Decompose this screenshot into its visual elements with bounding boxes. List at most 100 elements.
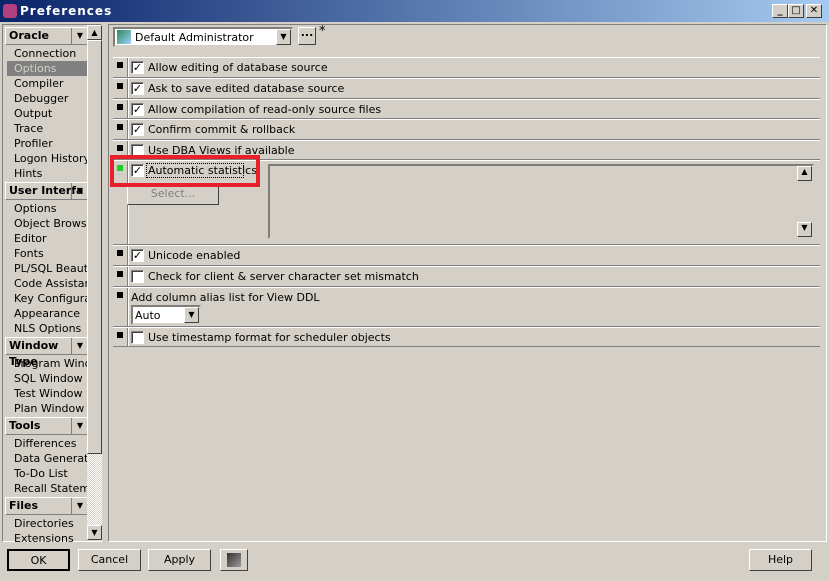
option-label: Check for client & server character set … <box>148 270 419 283</box>
category-item[interactable]: SQL Window <box>14 371 90 386</box>
category-item[interactable]: NLS Options <box>14 321 90 336</box>
category-item[interactable]: Debugger <box>14 91 90 106</box>
category-item[interactable]: Appearance <box>14 306 90 321</box>
apply-button[interactable]: Apply <box>148 549 211 571</box>
chevron-down-icon[interactable]: ▼ <box>71 498 88 514</box>
scroll-up-button[interactable]: ▲ <box>797 166 812 181</box>
statistics-listbox[interactable]: ▲ ▼ <box>268 164 814 239</box>
category-item[interactable]: Extensions <box>14 531 90 546</box>
group-header[interactable]: Tools ▼ <box>5 417 89 435</box>
scroll-down-button[interactable]: ▼ <box>87 525 102 540</box>
option-checkbox[interactable]: ✓ <box>131 61 144 74</box>
chevron-down-icon[interactable]: ▼ <box>71 338 88 354</box>
window-title: Preferences <box>20 4 113 18</box>
category-item[interactable]: Code Assistant <box>14 276 90 291</box>
default-marker <box>117 104 123 110</box>
option-row: ✓ Automatic statistics Select... ▲ ▼ <box>110 155 820 245</box>
chevron-down-icon[interactable]: ▼ <box>276 29 291 45</box>
option-checkbox[interactable] <box>131 331 144 344</box>
chevron-down-icon[interactable]: ▼ <box>71 183 88 199</box>
profile-icon <box>117 30 131 44</box>
option-label: Confirm commit & rollback <box>148 123 296 136</box>
chevron-down-icon[interactable]: ▼ <box>71 28 88 44</box>
default-marker <box>117 124 123 130</box>
transfer-settings-button[interactable] <box>220 549 248 571</box>
chevron-down-icon[interactable]: ▼ <box>184 307 199 323</box>
category-item[interactable]: Plan Window <box>14 401 90 416</box>
option-row: Use timestamp format for scheduler objec… <box>113 327 820 347</box>
category-item[interactable]: Profiler <box>14 136 90 151</box>
default-marker <box>117 332 123 338</box>
profile-more-button[interactable]: ... <box>298 27 316 45</box>
alias-select[interactable]: Auto ▼ <box>131 305 201 325</box>
option-label: Add column alias list for View DDL <box>131 291 320 304</box>
option-checkbox[interactable]: ✓ <box>131 82 144 95</box>
app-icon <box>3 4 17 18</box>
category-item[interactable]: Test Window <box>14 386 90 401</box>
group-label: Files <box>9 499 39 512</box>
default-marker <box>117 62 123 68</box>
category-item[interactable]: Program Windo <box>14 356 90 371</box>
option-label: Use timestamp format for scheduler objec… <box>148 331 391 344</box>
group-label: Tools <box>9 419 41 432</box>
option-label: Unicode enabled <box>148 249 241 262</box>
option-checkbox[interactable]: ✓ <box>131 249 144 262</box>
title-bar: Preferences <box>0 0 829 22</box>
group-header[interactable]: Files ▼ <box>5 497 89 515</box>
group-header[interactable]: Window Type ▼ <box>5 337 89 368</box>
category-item[interactable]: Connection <box>14 46 90 61</box>
group-header[interactable]: Oracle ▼ <box>5 27 89 45</box>
category-item[interactable]: PL/SQL Beautifi <box>14 261 90 276</box>
category-item[interactable]: Editor <box>14 231 90 246</box>
default-marker <box>117 83 123 89</box>
highlight-box <box>110 155 260 187</box>
scroll-up-button[interactable]: ▲ <box>87 25 102 40</box>
scroll-down-button[interactable]: ▼ <box>797 222 812 237</box>
group-header[interactable]: User Interfa ▼ <box>5 182 89 200</box>
group-label: Oracle <box>9 29 49 42</box>
option-row: ✓ Confirm commit & rollback <box>113 119 820 140</box>
default-marker <box>117 271 123 277</box>
modified-indicator: * <box>319 24 326 39</box>
category-item[interactable]: Fonts <box>14 246 90 261</box>
option-checkbox[interactable]: ✓ <box>131 103 144 116</box>
category-item[interactable]: Options <box>7 61 90 76</box>
chevron-down-icon[interactable]: ▼ <box>71 418 88 434</box>
profile-value: Default Administrator <box>135 31 254 44</box>
category-item[interactable]: Recall Statemer <box>14 481 90 496</box>
option-row: ✓ Unicode enabled <box>113 245 820 266</box>
category-scrollbar[interactable]: ▲ ▼ <box>87 25 102 540</box>
option-row: Check for client & server character set … <box>113 266 820 287</box>
category-item[interactable]: To-Do List <box>14 466 90 481</box>
transfer-icon <box>227 553 241 567</box>
category-item[interactable]: Differences <box>14 436 90 451</box>
option-checkbox[interactable]: ✓ <box>131 123 144 136</box>
category-item[interactable]: Object Browser <box>14 216 90 231</box>
help-button[interactable]: Help <box>749 549 812 571</box>
profile-select[interactable]: Default Administrator ▼ <box>113 27 293 47</box>
minimize-button[interactable]: _ <box>772 4 788 18</box>
alias-select-value: Auto <box>135 309 161 322</box>
maximize-button[interactable]: □ <box>788 4 804 18</box>
category-item[interactable]: Compiler <box>14 76 90 91</box>
option-row: ✓ Allow compilation of read-only source f… <box>113 99 820 119</box>
ok-button[interactable]: OK <box>7 549 70 571</box>
close-button[interactable]: ✕ <box>806 4 822 18</box>
default-marker <box>117 145 123 151</box>
default-marker <box>117 292 123 298</box>
default-marker <box>117 250 123 256</box>
category-item[interactable]: Trace <box>14 121 90 136</box>
category-item[interactable]: Output <box>14 106 90 121</box>
category-item[interactable]: Data Generator <box>14 451 90 466</box>
scroll-thumb[interactable] <box>87 40 102 454</box>
option-checkbox[interactable] <box>131 270 144 283</box>
option-label: Allow editing of database source <box>148 61 328 74</box>
category-item[interactable]: Key Configurat <box>14 291 90 306</box>
category-item[interactable]: Hints <box>14 166 90 181</box>
category-item[interactable]: Logon History <box>14 151 90 166</box>
option-row: Add column alias list for View DDL Auto ▼ <box>113 287 820 327</box>
option-row: ✓ Allow editing of database source <box>113 57 820 78</box>
category-item[interactable]: Options <box>14 201 90 216</box>
cancel-button[interactable]: Cancel <box>78 549 141 571</box>
category-item[interactable]: Directories <box>14 516 90 531</box>
